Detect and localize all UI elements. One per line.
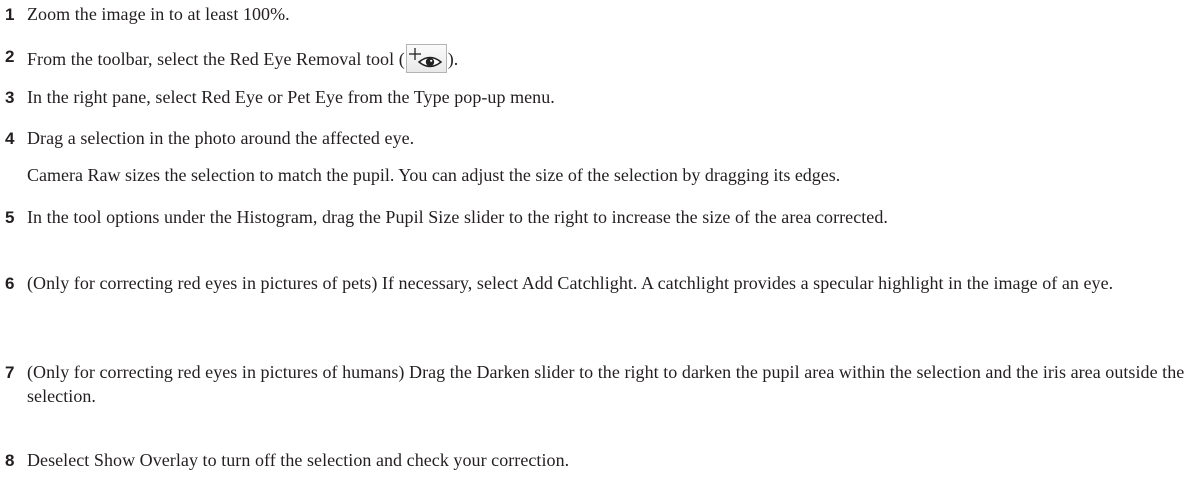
step-number: 5 [5,208,15,227]
step-note: Camera Raw sizes the selection to match … [27,165,841,185]
step-text: (Only for correcting red eyes in picture… [27,362,1185,406]
step-text: From the toolbar, select the Red Eye Rem… [27,44,1195,73]
step-number: 1 [5,5,15,24]
step-text: In the right pane, select Red Eye or Pet… [27,87,555,107]
step-text: In the tool options under the Histogram,… [27,207,888,227]
step-number: 3 [5,88,15,107]
step-text: Drag a selection in the photo around the… [27,128,415,148]
step-number: 6 [5,274,15,293]
step-number: 4 [5,129,15,148]
red-eye-removal-icon [405,44,447,73]
step-number: 8 [5,451,15,470]
step-text: Zoom the image in to at least 100%. [27,4,290,24]
step-text-before: From the toolbar, select the Red Eye Rem… [27,49,405,69]
step-number: 7 [5,363,15,382]
step-text: Deselect Show Overlay to turn off the se… [27,450,570,470]
step-text: (Only for correcting red eyes in picture… [27,273,1114,293]
step-number: 2 [5,47,15,66]
step-text-after: ). [447,49,459,69]
